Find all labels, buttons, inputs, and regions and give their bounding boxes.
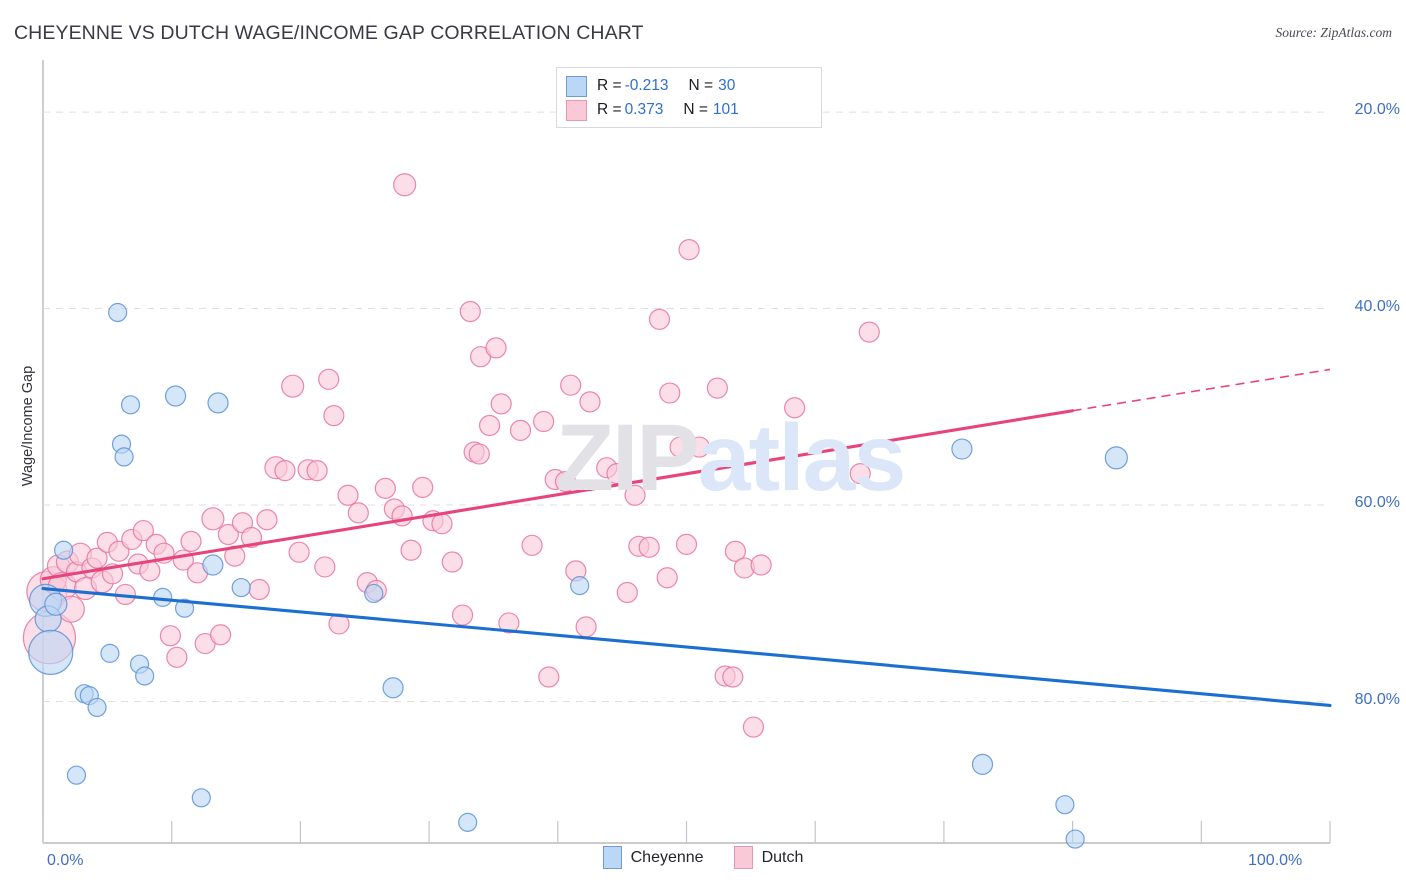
n-label: N =	[688, 77, 714, 94]
y-tick-label: 40.0%	[1354, 297, 1400, 315]
legend-item-cheyenne[interactable]: Cheyenne	[602, 846, 704, 869]
scatter-canvas	[22, 60, 1332, 849]
legend-swatch-cheyenne	[566, 75, 587, 97]
page-title: CHEYENNE VS DUTCH WAGE/INCOME GAP CORREL…	[14, 22, 644, 44]
r-label: R =	[597, 101, 622, 118]
legend-row: R = -0.213 N = 30	[566, 74, 812, 98]
r-label: R =	[597, 77, 622, 94]
n-label: N =	[683, 101, 708, 118]
legend-swatch-cheyenne-icon	[602, 846, 622, 869]
legend-label-cheyenne: Cheyenne	[630, 848, 704, 866]
series-legend: Cheyenne Dutch	[0, 846, 1406, 869]
y-axis-title: Wage/Income Gap	[20, 365, 36, 487]
r-value-cheyenne: -0.213	[624, 77, 669, 94]
legend-swatch-dutch-icon	[733, 846, 753, 869]
y-tick-label: 80.0%	[1354, 690, 1400, 708]
legend-label-dutch: Dutch	[761, 848, 804, 866]
legend-item-dutch[interactable]: Dutch	[733, 846, 804, 869]
n-value-cheyenne: 30	[718, 77, 736, 94]
correlation-legend: R = -0.213 N = 30 R = 0.373 N = 101	[556, 67, 822, 128]
legend-swatch-dutch	[566, 99, 587, 121]
legend-row: R = 0.373 N = 101	[566, 98, 812, 122]
y-tick-label: 20.0%	[1354, 101, 1400, 119]
n-value-dutch: 101	[712, 101, 739, 118]
r-value-dutch: 0.373	[624, 101, 664, 118]
plot-area	[22, 60, 1332, 849]
y-tick-label: 60.0%	[1354, 494, 1400, 512]
source-attribution: Source: ZipAtlas.com	[1275, 25, 1392, 40]
chart-root: CHEYENNE VS DUTCH WAGE/INCOME GAP CORREL…	[0, 0, 1406, 892]
